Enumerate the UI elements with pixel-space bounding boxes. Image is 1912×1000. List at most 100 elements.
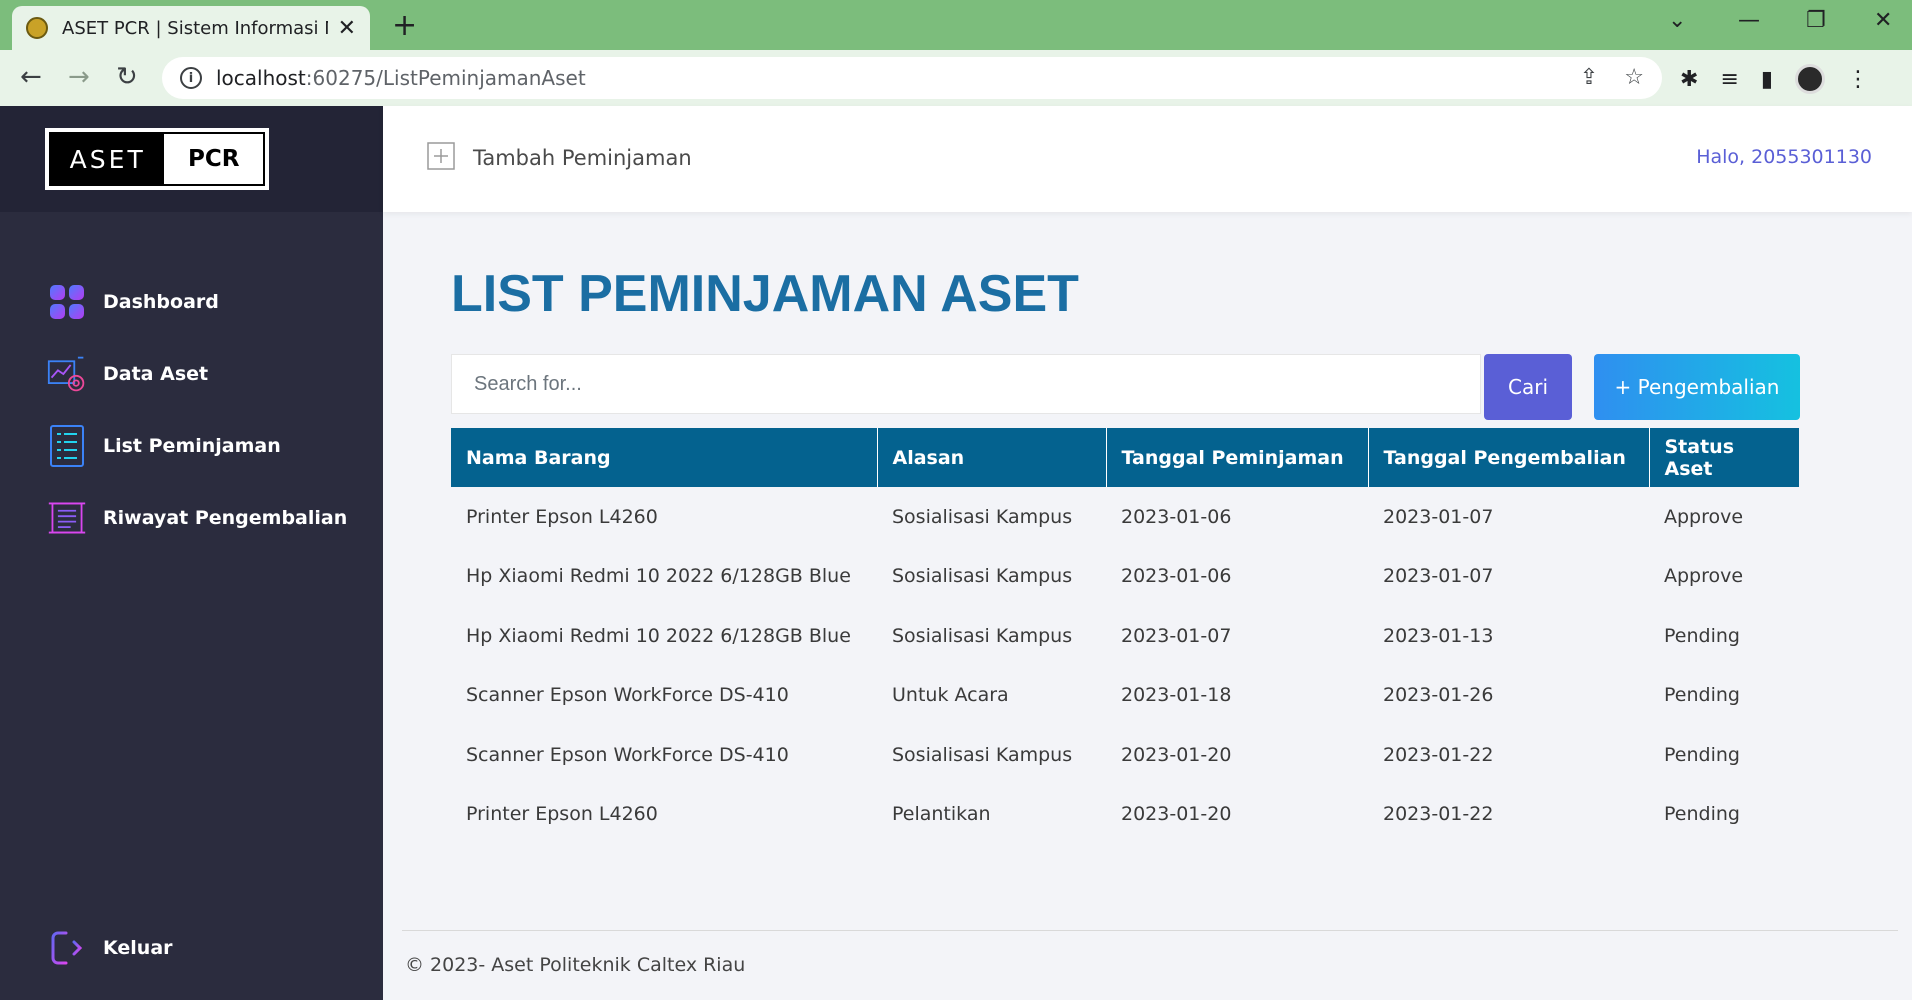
- cell-tanggal-peminjaman: 2023-01-18: [1121, 684, 1232, 707]
- logo[interactable]: ASET PCR: [45, 128, 269, 190]
- profile-avatar[interactable]: [1794, 64, 1825, 94]
- cell-tanggal-peminjaman: 2023-01-20: [1121, 743, 1232, 766]
- brand-area: ASET PCR: [0, 106, 383, 212]
- media-icon[interactable]: ≡: [1720, 67, 1738, 92]
- close-window-icon[interactable]: ✕: [1874, 8, 1892, 33]
- user-greeting[interactable]: Halo, 2055301130: [1696, 146, 1872, 168]
- add-loan-button[interactable]: Tambah Peminjaman: [427, 142, 692, 174]
- table-row: Hp Xiaomi Redmi 10 2022 6/128GB Blue Sos…: [451, 606, 1799, 666]
- browser-tab-bar: ASET PCR | Sistem Informasi Man ✕ + ⌄ — …: [0, 0, 1912, 50]
- sidebar-item-label: List Peminjaman: [103, 435, 281, 457]
- page-title: LIST PEMINJAMAN ASET: [451, 265, 1079, 323]
- sidebar-item-riwayat-pengembalian[interactable]: Riwayat Pengembalian: [0, 482, 383, 554]
- search-input[interactable]: [451, 354, 1481, 414]
- loans-table: Nama Barang Alasan Tanggal Peminjaman Ta…: [451, 428, 1799, 844]
- cell-nama-barang: Printer Epson L4260: [466, 505, 658, 528]
- table-row: Scanner Epson WorkForce DS-410 Untuk Aca…: [451, 666, 1799, 726]
- cell-tanggal-peminjaman: 2023-01-06: [1121, 565, 1232, 588]
- cell-tanggal-pengembalian: 2023-01-26: [1383, 684, 1494, 707]
- sidebar-item-label: Data Aset: [103, 363, 209, 385]
- data-aset-icon: [47, 354, 87, 394]
- minimize-icon[interactable]: —: [1738, 8, 1760, 33]
- cell-tanggal-pengembalian: 2023-01-07: [1383, 565, 1494, 588]
- cell-tanggal-pengembalian: 2023-01-22: [1383, 743, 1494, 766]
- tab-search-icon[interactable]: ⌄: [1668, 8, 1686, 33]
- close-tab-icon[interactable]: ✕: [338, 16, 356, 41]
- sidebar-item-dashboard[interactable]: Dashboard: [0, 266, 383, 338]
- column-header-status-aset[interactable]: Status Aset: [1649, 428, 1799, 487]
- cell-alasan: Untuk Acara: [892, 684, 1009, 707]
- logo-right-text: PCR: [164, 134, 263, 184]
- search-button[interactable]: Cari: [1484, 354, 1572, 420]
- cell-alasan: Sosialisasi Kampus: [892, 743, 1073, 766]
- table-row: Scanner Epson WorkForce DS-410 Sosialisa…: [451, 725, 1799, 785]
- extensions-icon[interactable]: ✱: [1680, 67, 1698, 92]
- new-tab-icon[interactable]: +: [392, 8, 417, 43]
- cell-tanggal-pengembalian: 2023-01-07: [1383, 505, 1494, 528]
- table-row: Hp Xiaomi Redmi 10 2022 6/128GB Blue Sos…: [451, 547, 1799, 607]
- history-icon: [47, 498, 87, 538]
- cell-tanggal-peminjaman: 2023-01-06: [1121, 505, 1232, 528]
- add-loan-label: Tambah Peminjaman: [473, 146, 692, 170]
- table-row: Printer Epson L4260 Pelantikan 2023-01-2…: [451, 785, 1799, 845]
- cell-nama-barang: Printer Epson L4260: [466, 803, 658, 826]
- table-header-row: Nama Barang Alasan Tanggal Peminjaman Ta…: [451, 428, 1799, 487]
- logout-label: Keluar: [103, 937, 173, 959]
- cell-status-aset: Approve: [1664, 565, 1744, 588]
- column-header-alasan[interactable]: Alasan: [877, 428, 1107, 487]
- cell-nama-barang: Hp Xiaomi Redmi 10 2022 6/128GB Blue: [466, 624, 851, 647]
- cell-status-aset: Pending: [1664, 684, 1740, 707]
- column-header-nama-barang[interactable]: Nama Barang: [451, 428, 878, 487]
- cell-status-aset: Pending: [1664, 743, 1740, 766]
- footer-divider: [402, 930, 1898, 931]
- favicon-icon: [26, 17, 48, 39]
- site-info-icon[interactable]: i: [180, 67, 202, 89]
- logo-left-text: ASET: [51, 134, 165, 184]
- browser-tab[interactable]: ASET PCR | Sistem Informasi Man ✕: [12, 6, 370, 50]
- menu-kebab-icon[interactable]: ⋮: [1847, 67, 1869, 92]
- cell-nama-barang: Scanner Epson WorkForce DS-410: [466, 743, 789, 766]
- cell-status-aset: Pending: [1664, 624, 1740, 647]
- url-path: :60275/ListPeminjamanAset: [305, 66, 586, 90]
- cell-nama-barang: Scanner Epson WorkForce DS-410: [466, 684, 789, 707]
- cell-tanggal-peminjaman: 2023-01-07: [1121, 624, 1232, 647]
- cell-status-aset: Pending: [1664, 803, 1740, 826]
- top-header: Tambah Peminjaman Halo, 2055301130: [383, 106, 1912, 212]
- logout-icon: [47, 928, 87, 968]
- cell-tanggal-pengembalian: 2023-01-13: [1383, 624, 1494, 647]
- share-icon[interactable]: ⇪: [1580, 65, 1598, 90]
- cell-alasan: Sosialisasi Kampus: [892, 505, 1073, 528]
- forward-icon[interactable]: →: [68, 62, 90, 92]
- logout-button[interactable]: Keluar: [47, 928, 173, 968]
- footer-text: © 2023- Aset Politeknik Caltex Riau: [405, 954, 746, 976]
- column-header-tanggal-pengembalian[interactable]: Tanggal Pengembalian: [1368, 428, 1650, 487]
- cell-nama-barang: Hp Xiaomi Redmi 10 2022 6/128GB Blue: [466, 565, 851, 588]
- add-square-icon: [427, 142, 455, 174]
- sidebar-item-list-peminjaman[interactable]: List Peminjaman: [0, 410, 383, 482]
- cell-tanggal-peminjaman: 2023-01-20: [1121, 803, 1232, 826]
- list-icon: [47, 425, 87, 467]
- url-host: localhost: [216, 66, 306, 90]
- cell-alasan: Sosialisasi Kampus: [892, 565, 1073, 588]
- sidebar-item-label: Riwayat Pengembalian: [103, 507, 348, 529]
- reload-icon[interactable]: ↻: [116, 62, 138, 92]
- cell-tanggal-pengembalian: 2023-01-22: [1383, 803, 1494, 826]
- column-header-tanggal-peminjaman[interactable]: Tanggal Peminjaman: [1106, 428, 1369, 487]
- browser-toolbar: ← → ↻ i localhost :60275/ListPeminjamanA…: [0, 50, 1912, 106]
- sidebar: ASET PCR Dashboard Data Aset List Peminj…: [0, 106, 383, 1000]
- restore-icon[interactable]: ❐: [1806, 8, 1826, 33]
- back-icon[interactable]: ←: [20, 62, 42, 92]
- cell-status-aset: Approve: [1664, 505, 1744, 528]
- address-bar[interactable]: i localhost :60275/ListPeminjamanAset ⇪ …: [162, 57, 1662, 99]
- table-row: Printer Epson L4260 Sosialisasi Kampus 2…: [451, 487, 1799, 547]
- sidebar-item-label: Dashboard: [103, 291, 219, 313]
- dashboard-icon: [47, 282, 87, 322]
- side-panel-icon[interactable]: ▮: [1761, 67, 1773, 92]
- sidebar-menu: Dashboard Data Aset List Peminjaman Riwa…: [0, 266, 383, 554]
- sidebar-item-data-aset[interactable]: Data Aset: [0, 338, 383, 410]
- tab-title: ASET PCR | Sistem Informasi Man: [62, 17, 328, 39]
- bookmark-star-icon[interactable]: ☆: [1624, 65, 1644, 90]
- cell-alasan: Sosialisasi Kampus: [892, 624, 1073, 647]
- cell-alasan: Pelantikan: [892, 803, 991, 826]
- add-return-button[interactable]: + Pengembalian: [1594, 354, 1800, 420]
